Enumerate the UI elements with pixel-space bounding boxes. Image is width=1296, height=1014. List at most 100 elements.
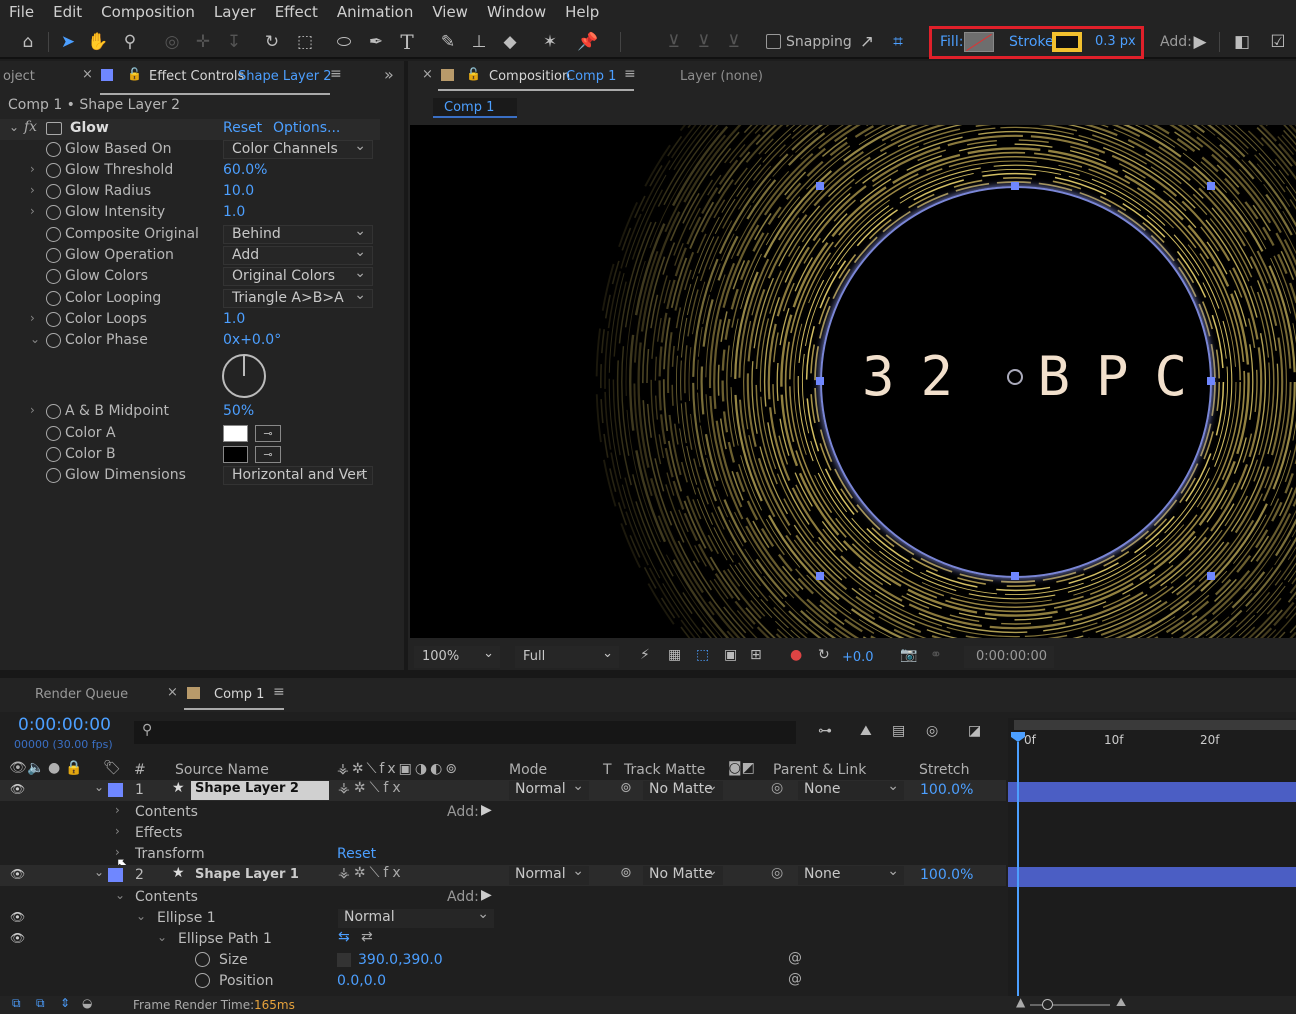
stroke-label[interactable]: Stroke: xyxy=(1009,34,1058,50)
fill-swatch[interactable] xyxy=(964,32,994,52)
chevron-right-icon[interactable]: › xyxy=(30,204,35,218)
selection-tool-icon[interactable]: ➤ xyxy=(56,30,80,54)
timeline-zoom-handle[interactable] xyxy=(1042,999,1053,1010)
effect-prop-row[interactable]: ⌄ Color Phase 0x+0.0° xyxy=(0,331,380,352)
type-tool-icon[interactable]: T xyxy=(395,30,419,54)
effect-prop-row[interactable]: › A & B Midpoint 50% xyxy=(0,402,380,423)
stopwatch-icon[interactable] xyxy=(46,184,61,199)
checkbox-icon[interactable]: ☑ xyxy=(1266,30,1290,54)
chevron-right-icon[interactable]: › xyxy=(115,824,120,838)
layer-1-duration-bar[interactable] xyxy=(1008,782,1296,802)
effect-prop-row[interactable]: › Glow Radius 10.0 xyxy=(0,182,380,203)
orbit-camera-icon[interactable]: ◎ xyxy=(160,30,184,54)
label-icon[interactable]: 🏷 xyxy=(103,760,121,776)
zoom-tool-icon[interactable]: ⚲ xyxy=(118,30,142,54)
close-icon[interactable]: × xyxy=(167,685,178,700)
menu-file[interactable]: File xyxy=(0,3,44,21)
effect-prop-row[interactable]: Glow Dimensions Horizontal and Vert xyxy=(0,466,380,487)
effect-prop-value[interactable]: 1.0 xyxy=(223,311,245,327)
chevron-down-icon[interactable]: ⌄ xyxy=(94,865,104,879)
chevron-right-icon[interactable]: › xyxy=(30,311,35,325)
brush-tool-icon[interactable]: ✎ xyxy=(436,30,460,54)
tab-effect-controls[interactable]: Effect Controls xyxy=(149,69,244,84)
add-shape-icon[interactable]: ▶ xyxy=(1188,30,1212,54)
audio-icon[interactable]: 🔈 xyxy=(27,760,44,776)
layer-search-input[interactable]: ⚲ xyxy=(134,721,796,744)
snap-features-icon[interactable]: ⌗ xyxy=(886,30,910,54)
effect-prop-row[interactable]: Glow Based On Color Channels xyxy=(0,140,380,161)
column-number[interactable]: # xyxy=(134,762,146,778)
bezier-toggle-icon[interactable]: ◧ xyxy=(1230,30,1254,54)
layer-label-color[interactable] xyxy=(108,783,123,797)
menu-layer[interactable]: Layer xyxy=(205,3,266,21)
menu-effect[interactable]: Effect xyxy=(266,3,328,21)
axis-view-icon[interactable]: ⊻ xyxy=(722,30,746,54)
stopwatch-icon[interactable] xyxy=(46,291,61,306)
chevron-right-icon[interactable]: › xyxy=(115,803,120,817)
effect-prop-row[interactable]: Color A ⊸ xyxy=(0,424,380,445)
pen-tool-icon[interactable]: ✒ xyxy=(364,30,388,54)
chevron-right-icon[interactable]: › xyxy=(30,183,35,197)
position-value[interactable]: 0.0,0.0 xyxy=(337,973,386,989)
lock-icon[interactable]: 🔓 xyxy=(466,67,481,81)
stroke-width-value[interactable]: 0.3 px xyxy=(1095,34,1136,49)
tab-render-queue[interactable]: Render Queue xyxy=(35,687,128,702)
add-content-icon[interactable]: ▶ xyxy=(481,802,492,818)
transform-handle[interactable] xyxy=(816,377,824,385)
layer-track-matte-dropdown[interactable]: No Matte xyxy=(643,863,723,885)
chevron-down-icon[interactable]: ⌄ xyxy=(94,780,104,794)
effect-prop-row[interactable]: Glow Operation Add xyxy=(0,246,380,267)
motion-blur-icon[interactable]: ◎ xyxy=(926,723,938,739)
layer-row-1[interactable]: 👁 ⌄ 1 ★ Shape Layer 2 ⚶✲⟍fx Normal ⊚ No … xyxy=(0,778,1006,801)
reset-exposure-icon[interactable]: ↻ xyxy=(818,647,830,663)
preserve-transparency-icon[interactable]: ⊚ xyxy=(620,865,632,881)
panel-menu-icon[interactable]: ≡ xyxy=(330,66,342,82)
layer-name[interactable]: Shape Layer 1 xyxy=(195,867,299,882)
graph-editor-icon[interactable]: ◪ xyxy=(968,723,981,739)
effect-prop-value[interactable]: 1.0 xyxy=(223,204,245,220)
tab-composition[interactable]: Composition xyxy=(489,69,570,84)
roto-brush-icon[interactable]: ✶ xyxy=(538,30,562,54)
axis-local-icon[interactable]: ⊻ xyxy=(662,30,686,54)
ellipse-tool-icon[interactable]: ⬭ xyxy=(332,30,356,54)
effect-prop-dropdown[interactable]: Original Colors xyxy=(223,267,373,286)
column-stretch[interactable]: Stretch xyxy=(919,762,970,778)
lock-icon[interactable]: 🔒 xyxy=(65,760,82,776)
eyedropper-icon[interactable]: ⊸ xyxy=(255,446,281,463)
path-direction-icon[interactable]: ⇆ xyxy=(338,929,350,945)
add-content-icon[interactable]: ▶ xyxy=(481,887,492,903)
menu-window[interactable]: Window xyxy=(478,3,556,21)
menu-composition[interactable]: Composition xyxy=(92,3,205,21)
playhead-handle[interactable] xyxy=(1011,732,1025,742)
ellipse-group-row[interactable]: 👁 ⌄ Ellipse 1 Normal xyxy=(0,906,1006,929)
expression-pick-whip-icon[interactable]: @ xyxy=(788,950,802,966)
layer-parent-dropdown[interactable]: None xyxy=(798,863,904,885)
layer-switches[interactable]: ⚶✲⟍fx xyxy=(338,865,405,881)
mask-visibility-icon[interactable]: ⬚ xyxy=(696,647,709,663)
expression-pick-whip-icon[interactable]: @ xyxy=(788,971,802,987)
chevron-down-icon[interactable]: ⌄ xyxy=(9,120,19,134)
color-swatch[interactable] xyxy=(223,425,248,442)
layer-parent-dropdown[interactable]: None xyxy=(798,778,904,800)
layer-stretch[interactable]: 100.0% xyxy=(920,867,973,883)
column-track-matte[interactable]: Track Matte xyxy=(624,762,705,778)
exposure-value[interactable]: +0.0 xyxy=(842,650,874,665)
column-parent[interactable]: Parent & Link xyxy=(773,762,866,778)
preserve-transparency-icon[interactable]: ⊚ xyxy=(620,780,632,796)
toggle-switches-icon[interactable]: ⧉ xyxy=(12,996,21,1011)
chevron-down-icon[interactable]: ⌄ xyxy=(157,930,167,944)
guides-icon[interactable]: ⊞ xyxy=(750,647,762,663)
menu-animation[interactable]: Animation xyxy=(328,3,423,21)
solo-icon[interactable]: ● xyxy=(48,760,60,776)
tab-effect-controls-layer[interactable]: Shape Layer 2 xyxy=(238,69,332,84)
layer-mode-dropdown[interactable]: Normal xyxy=(509,863,589,885)
transform-handle[interactable] xyxy=(816,572,824,580)
pan-behind-tool-icon[interactable]: ⬚ xyxy=(293,30,317,54)
draft-3d-icon[interactable]: ⛰ xyxy=(860,723,872,739)
home-icon[interactable]: ⌂ xyxy=(16,30,40,54)
snapping-checkbox[interactable] xyxy=(766,34,781,49)
rotate-tool-icon[interactable]: ↻ xyxy=(260,30,284,54)
effect-options-link[interactable]: Options... xyxy=(273,120,340,136)
effect-reset-link[interactable]: Reset xyxy=(223,120,262,136)
show-snapshot-icon[interactable]: ⚭ xyxy=(930,647,942,663)
